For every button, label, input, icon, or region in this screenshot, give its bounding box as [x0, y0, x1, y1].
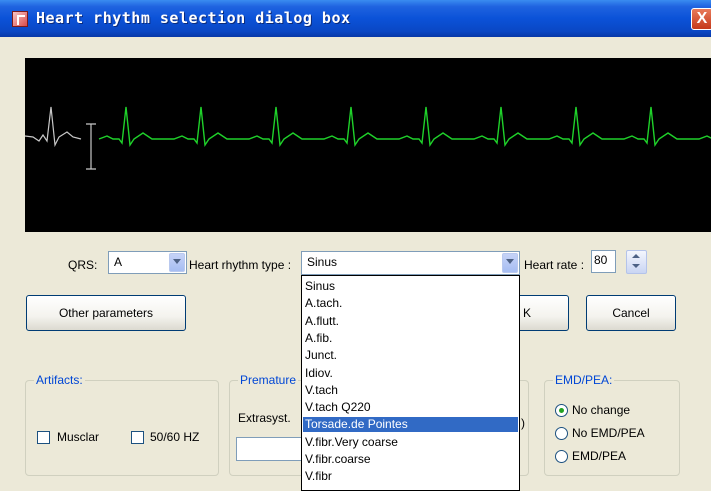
radio-no-change-label: No change — [572, 403, 631, 417]
heart-rate-spinner[interactable] — [626, 250, 647, 274]
rhythm-option[interactable]: A.tach. — [303, 296, 518, 311]
heart-app-icon — [12, 11, 28, 27]
artifacts-group: Artifacts: Musclаr 50/60 HZ — [25, 373, 219, 476]
spin-down-icon[interactable] — [627, 262, 646, 273]
ecg-trace — [98, 106, 711, 148]
hz-label: 50/60 HZ — [150, 430, 200, 444]
rhythm-option[interactable]: V.fibr.coarse — [303, 452, 518, 467]
window-title: Heart rhythm selection dialog box — [36, 9, 351, 27]
emd-pea-group: EMD/PEA: No change No EMD/PEA EMD/PEA — [544, 373, 680, 476]
chevron-down-icon[interactable] — [169, 253, 185, 272]
close-icon: X — [696, 10, 708, 27]
ecg-trace-canvas — [25, 106, 711, 170]
hz-checkbox[interactable] — [131, 431, 144, 444]
premature-partial-text: ) — [521, 416, 525, 430]
emd-pea-group-title: EMD/PEA: — [553, 373, 615, 387]
heart-rhythm-select-value: Sinus — [307, 255, 338, 269]
other-parameters-button[interactable]: Other parameters — [26, 295, 186, 331]
heart-rhythm-dropdown-list[interactable]: Sinus A.tach. A.flutt. A.fib. Junct. Idi… — [301, 275, 520, 491]
muscular-label: Musclаr — [57, 430, 100, 444]
heart-rate-value: 80 — [594, 253, 608, 267]
rhythm-option-selected[interactable]: Torsade.de Pointes — [303, 417, 518, 433]
artifacts-group-title: Artifacts: — [34, 373, 85, 387]
rhythm-option[interactable]: Idiov. — [303, 366, 518, 381]
radio-emd-pea-label: EMD/PEA — [572, 449, 627, 463]
rhythm-option[interactable]: V.tach Q220 — [303, 400, 518, 415]
radio-no-emd-pea-label: No EMD/PEA — [572, 426, 645, 440]
spin-up-icon[interactable] — [627, 251, 646, 262]
rhythm-option[interactable]: Sinus — [303, 279, 518, 294]
ecg-monitor — [25, 58, 711, 232]
rhythm-option[interactable]: V.fibr.Very coarse — [303, 435, 518, 450]
muscular-checkbox[interactable] — [37, 431, 50, 444]
qrs-select[interactable]: A — [108, 251, 187, 274]
rhythm-option[interactable]: V.fibr — [303, 469, 518, 484]
heart-rhythm-select[interactable]: Sinus — [301, 251, 520, 275]
qrs-label: QRS: — [68, 258, 98, 272]
cancel-button[interactable]: Cancel — [586, 295, 676, 331]
radio-emd-pea[interactable] — [555, 450, 568, 463]
rhythm-option[interactable]: A.fib. — [303, 331, 518, 346]
qrs-select-value: A — [114, 255, 123, 269]
heart-rhythm-type-label: Heart rhythm type : — [189, 258, 292, 272]
rhythm-option[interactable]: Junct. — [303, 348, 518, 363]
chevron-down-icon[interactable] — [502, 253, 518, 273]
heart-rate-input[interactable]: 80 — [591, 250, 616, 273]
radio-no-change[interactable] — [555, 404, 568, 417]
close-button[interactable]: X — [691, 8, 711, 30]
rhythm-option[interactable]: V.tach — [303, 383, 518, 398]
rhythm-option[interactable]: A.flutt. — [303, 314, 518, 329]
calibration-waveform — [25, 106, 96, 170]
heart-rate-label: Heart rate : — [524, 258, 585, 272]
extrasyst-label: Extrasyst. — [238, 411, 291, 425]
premature-group-title: Premature — [238, 373, 299, 387]
radio-no-emd-pea[interactable] — [555, 427, 568, 440]
title-bar: Heart rhythm selection dialog box X — [0, 0, 711, 37]
